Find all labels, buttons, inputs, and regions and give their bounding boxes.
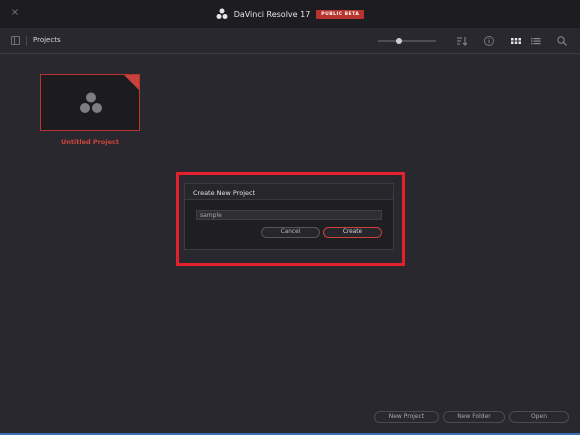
project-thumbnail[interactable] <box>40 74 140 131</box>
sidebar-toggle-icon[interactable] <box>11 36 20 45</box>
thumbnail-zoom-slider[interactable] <box>378 38 436 44</box>
list-view-icon[interactable] <box>530 35 542 47</box>
app-title: DaVinci Resolve 17 <box>233 9 311 19</box>
create-button[interactable]: Create <box>323 227 382 238</box>
grid-view-icon[interactable] <box>510 35 522 47</box>
search-icon[interactable] <box>556 35 568 47</box>
cancel-button[interactable]: Cancel <box>261 227 320 238</box>
title-bar: × DaVinci Resolve 17 PUBLIC BETA <box>0 0 580 28</box>
dialog-title: Create New Project <box>185 184 393 200</box>
davinci-logo-icon <box>80 92 102 113</box>
project-name-input[interactable] <box>196 210 382 220</box>
public-beta-badge: PUBLIC BETA <box>316 9 365 19</box>
window-title-group: DaVinci Resolve 17 PUBLIC BETA <box>216 8 365 20</box>
davinci-logo-icon <box>216 8 228 19</box>
projects-section-title: Projects <box>33 36 61 44</box>
toolbar-divider <box>26 36 27 46</box>
close-icon[interactable]: × <box>10 7 20 19</box>
sort-icon[interactable] <box>456 35 468 47</box>
project-name-label[interactable]: Untitled Project <box>40 138 140 146</box>
new-project-button[interactable]: New Project <box>374 411 439 423</box>
new-folder-button[interactable]: New Folder <box>443 411 505 423</box>
create-project-dialog: Create New Project Cancel Create <box>184 183 394 250</box>
info-icon[interactable] <box>483 35 495 47</box>
project-manager-toolbar: Projects <box>0 28 580 54</box>
open-button[interactable]: Open <box>509 411 569 423</box>
zoom-slider-thumb[interactable] <box>396 38 403 44</box>
current-project-corner-marker <box>124 75 139 90</box>
